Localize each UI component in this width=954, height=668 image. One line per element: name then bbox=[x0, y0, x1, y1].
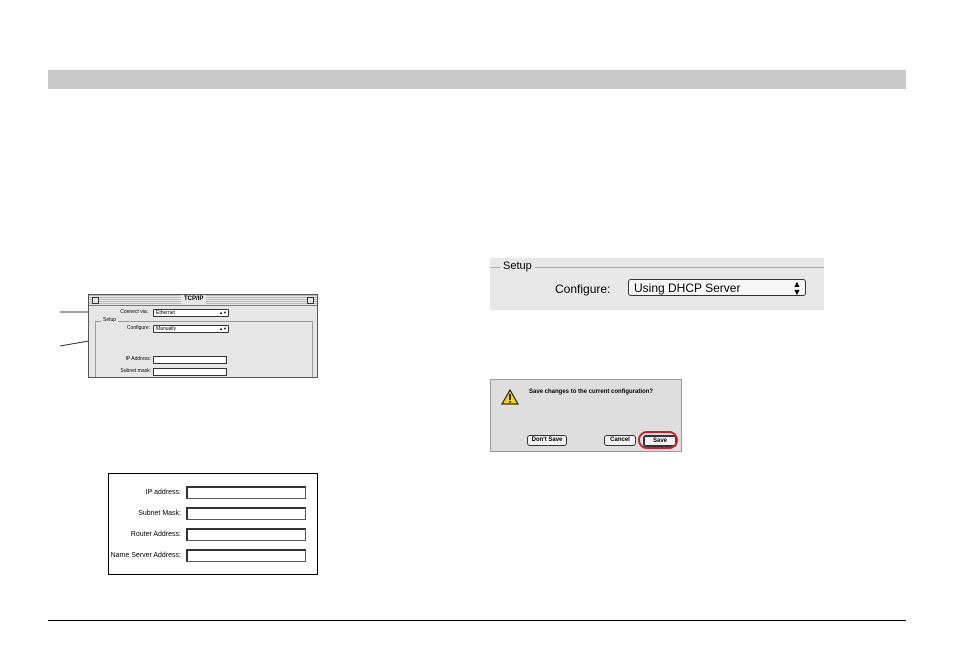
popup-arrows-icon: ▲▼ bbox=[792, 279, 802, 297]
setup-group-line bbox=[490, 267, 824, 268]
cancel-button[interactable]: Cancel bbox=[604, 435, 636, 446]
tcpip-window-title: TCP/IP bbox=[181, 295, 207, 305]
header-bar bbox=[48, 70, 906, 89]
configure-value: Using DHCP Server bbox=[634, 281, 741, 295]
connect-via-label: Connect via: bbox=[120, 309, 148, 315]
close-box-icon[interactable] bbox=[92, 297, 99, 304]
popup-arrows-icon: ▲▼ bbox=[219, 310, 227, 315]
footer-rule bbox=[48, 620, 906, 621]
router-address-label: Router Address: bbox=[130, 531, 181, 538]
subnet-mask-input[interactable] bbox=[186, 507, 306, 520]
tcpip-title-bar[interactable]: TCP/IP bbox=[89, 295, 317, 306]
tcpip-subnet-mask-input[interactable] bbox=[153, 368, 227, 376]
setup-panel: Setup Configure: Using DHCP Server ▲ ▼ bbox=[490, 258, 824, 310]
router-address-input[interactable] bbox=[186, 528, 306, 541]
tcpip-subnet-mask-label: Subnet mask: bbox=[120, 368, 151, 374]
tcpip-setup-label: Setup bbox=[101, 317, 119, 324]
zoom-box-icon[interactable] bbox=[307, 297, 314, 304]
save-dialog: Save changes to the current configuratio… bbox=[490, 379, 682, 452]
dont-save-button[interactable]: Don't Save bbox=[527, 435, 567, 446]
tcpip-window: TCP/IP Connect via: Ethernet ▲▼ Setup Co… bbox=[88, 294, 318, 378]
save-dialog-message: Save changes to the current configuratio… bbox=[529, 389, 654, 395]
name-server-input[interactable] bbox=[186, 549, 306, 562]
save-button-highlight bbox=[638, 431, 678, 449]
connect-via-value: Ethernet bbox=[156, 310, 175, 316]
ip-address-label: IP address: bbox=[145, 489, 181, 496]
tcpip-configure-value: Manually bbox=[156, 326, 177, 332]
configure-select[interactable]: Using DHCP Server ▲ ▼ bbox=[628, 279, 806, 297]
name-server-label: Name Server Address: bbox=[110, 552, 181, 559]
tcpip-ip-address-label: IP Address: bbox=[125, 356, 151, 362]
tcpip-configure-label: Configure: bbox=[126, 325, 150, 331]
subnet-mask-label: Subnet Mask: bbox=[138, 510, 181, 517]
connect-via-select[interactable]: Ethernet ▲▼ bbox=[153, 309, 229, 317]
address-form: IP address: Subnet Mask: Router Address:… bbox=[108, 473, 318, 575]
popup-arrows-icon: ▲▼ bbox=[219, 326, 227, 331]
warning-icon bbox=[501, 389, 519, 405]
configure-label: Configure: bbox=[555, 282, 611, 296]
tcpip-ip-address-input[interactable] bbox=[153, 356, 227, 364]
setup-title: Setup bbox=[500, 259, 535, 274]
ip-address-input[interactable] bbox=[186, 486, 306, 499]
tcpip-configure-select[interactable]: Manually ▲▼ bbox=[153, 325, 229, 333]
